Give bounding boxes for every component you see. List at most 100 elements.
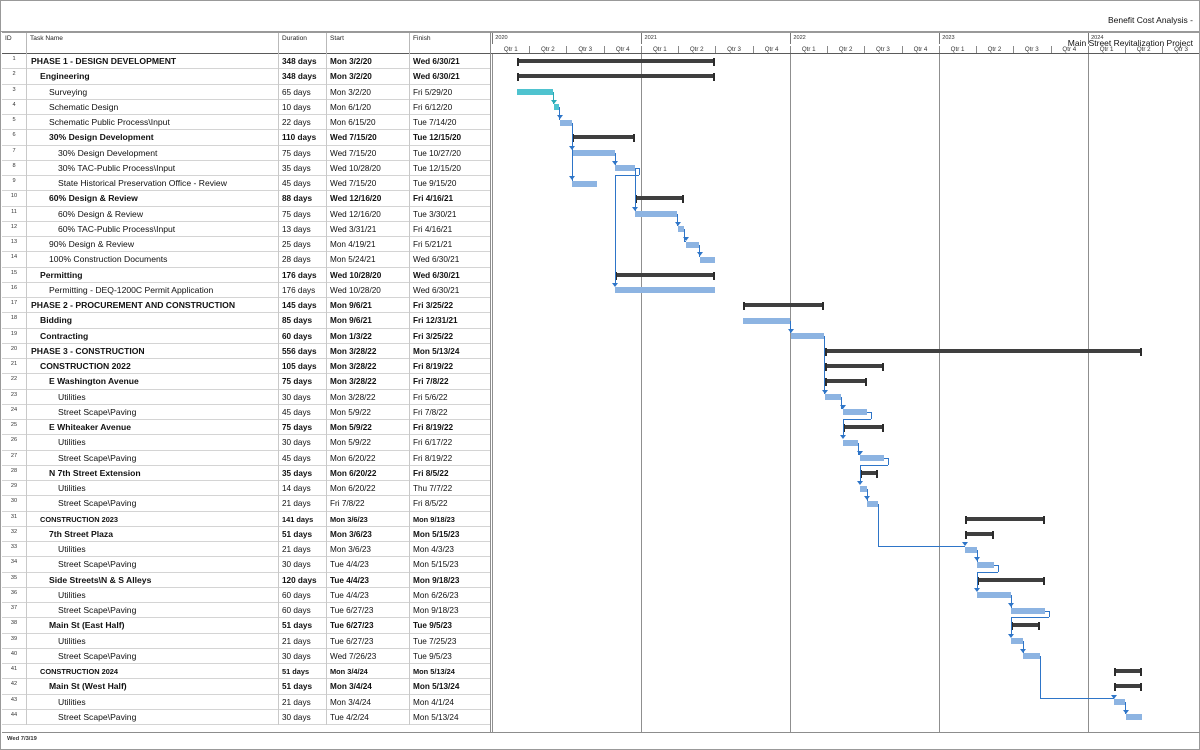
gantt-task-bar[interactable] [825, 394, 842, 400]
gantt-task-bar[interactable] [859, 455, 885, 461]
gantt-task-bar[interactable] [1011, 638, 1023, 644]
table-row[interactable]: 44 Street Scape\Paving 30 days Tue 4/2/24 Mo… [2, 709, 490, 725]
table-row[interactable]: 31 CONSTRUCTION 2023 141 days Mon 3/6/23 Mon… [2, 511, 490, 527]
table-row[interactable]: 10 60% Design & Review 88 days Wed 12/16/20… [2, 191, 490, 207]
gantt-task-bar[interactable] [614, 287, 715, 294]
table-row[interactable]: 28 N 7th Street Extension 35 days Mon 6/20/… [2, 465, 490, 481]
gantt-summary-bar[interactable] [572, 135, 635, 140]
table-row[interactable]: 8 30% TAC-Public Process\Input 35 days Wed … [2, 160, 490, 176]
column-header-name[interactable]: Task Name [27, 33, 279, 55]
table-row[interactable]: 7 30% Design Development 75 days Wed 7/15/2… [2, 145, 490, 161]
gantt-task-bar[interactable] [517, 89, 553, 95]
table-row[interactable]: 2 Engineering 348 days Mon 3/2/20 Wed 6/30/2… [2, 69, 490, 85]
table-row[interactable]: 30 Street Scape\Paving 21 days Fri 7/8/22 Fr… [2, 496, 490, 512]
table-row[interactable]: 15 Permitting 176 days Wed 10/28/20 Wed 6/30… [2, 267, 490, 283]
gantt-task-bar[interactable] [559, 119, 572, 126]
gantt-summary-bar[interactable] [825, 379, 868, 384]
table-row[interactable]: 13 90% Design & Review 25 days Mon 4/19/21 F… [2, 237, 490, 253]
table-row[interactable]: 39 Utilities 21 days Tue 6/27/23 Tue 7/25/23 [2, 633, 490, 649]
gantt-summary-bar[interactable] [1011, 623, 1040, 628]
table-row[interactable]: 38 Main St (East Half) 51 days Tue 6/27/23 T… [2, 618, 490, 634]
gantt-task-bar[interactable] [572, 180, 598, 187]
row-duration-cell: 21 days [279, 542, 327, 558]
gantt-summary-bar[interactable] [825, 348, 1143, 353]
row-start-cell: Mon 5/24/21 [327, 252, 410, 268]
table-row[interactable]: 33 Utilities 21 days Mon 3/6/23 Mon 4/3/23 [2, 542, 490, 558]
gantt-summary-bar[interactable] [614, 272, 715, 277]
table-row[interactable]: 25 E Whiteaker Avenue 75 days Mon 5/9/22 Fri… [2, 420, 490, 436]
gantt-task-bar[interactable] [1011, 607, 1046, 614]
column-header-start[interactable]: Start [327, 33, 410, 55]
row-name-cell: Utilities [27, 389, 279, 405]
gantt-task-bar[interactable] [677, 226, 685, 233]
table-row[interactable]: 27 Street Scape\Paving 45 days Mon 6/20/22 F… [2, 450, 490, 466]
row-duration-cell: 60 days [279, 328, 327, 344]
table-row[interactable]: 32 7th Street Plaza 51 days Mon 3/6/23 Mon 5… [2, 526, 490, 542]
table-row[interactable]: 20 PHASE 3 - CONSTRUCTION 556 days Mon 3/28… [2, 343, 490, 359]
gantt-summary-bar[interactable] [742, 303, 825, 307]
gantt-task-bar[interactable] [742, 317, 790, 324]
column-header-duration[interactable]: Duration [279, 33, 327, 55]
gantt-summary-bar[interactable] [965, 531, 994, 536]
table-row[interactable]: 43 Utilities 21 days Mon 3/4/24 Mon 4/1/24 [2, 694, 490, 710]
table-row[interactable]: 3 Surveying 65 days Mon 3/2/20 Fri 5/29/20 [2, 84, 490, 100]
gantt-task-bar[interactable] [977, 561, 994, 568]
gantt-summary-bar[interactable] [517, 59, 715, 63]
table-row[interactable]: 29 Utilities 14 days Mon 6/20/22 Thu 7/7/22 [2, 481, 490, 497]
table-row[interactable]: 17 PHASE 2 - PROCUREMENT AND CONSTRUCTION… [2, 298, 490, 314]
row-name-cell: CONSTRUCTION 2023 [27, 511, 279, 527]
table-row[interactable]: 35 Side Streets\N & S Alleys 120 days Tue 4… [2, 572, 490, 588]
gantt-task-bar[interactable] [867, 500, 879, 507]
gantt-task-bar[interactable] [1023, 653, 1040, 660]
gantt-summary-bar[interactable] [825, 364, 885, 368]
column-header-id[interactable]: ID [2, 33, 27, 55]
table-row[interactable]: 26 Utilities 30 days Mon 5/9/22 Fri 6/17/22 [2, 435, 490, 451]
table-row[interactable]: 5 Schematic Public Process\Input 22 days Mo… [2, 115, 490, 131]
gantt-task-bar[interactable] [614, 165, 635, 172]
table-row[interactable]: 42 Main St (West Half) 51 days Mon 3/4/24 Mo… [2, 679, 490, 695]
gantt-summary-bar[interactable] [517, 74, 715, 79]
table-row[interactable]: 12 60% TAC-Public Process\Input 13 days Wed… [2, 221, 490, 237]
table-row[interactable]: 16 Permitting - DEQ-1200C Permit Applicat… [2, 282, 490, 298]
table-row[interactable]: 1 PHASE 1 - DESIGN DEVELOPMENT 348 days Mon… [2, 54, 490, 70]
table-row[interactable]: 41 CONSTRUCTION 2024 51 days Mon 3/4/24 Mon … [2, 664, 490, 680]
gantt-link-arrow [822, 389, 829, 394]
table-row[interactable]: 9 State Historical Preservation Office - … [2, 176, 490, 192]
table-row[interactable]: 22 E Washington Avenue 75 days Mon 3/28/22 F… [2, 374, 490, 390]
table-row[interactable]: 24 Street Scape\Paving 45 days Mon 5/9/22 Fr… [2, 404, 490, 420]
gantt-summary-bar[interactable] [977, 577, 1046, 582]
gantt-task-bar[interactable] [842, 439, 859, 446]
row-start-cell: Wed 12/16/20 [327, 191, 410, 207]
gantt-task-bar[interactable] [634, 211, 678, 217]
table-row[interactable]: 6 30% Design Development 110 days Wed 7/15/… [2, 130, 490, 146]
table-row[interactable]: 14 100% Construction Documents 28 days Mon … [2, 252, 490, 268]
table-row[interactable]: 36 Utilities 60 days Tue 4/4/23 Mon 6/26/23 [2, 587, 490, 603]
table-row[interactable]: 37 Street Scape\Paving 60 days Tue 6/27/23 M… [2, 603, 490, 619]
table-row[interactable]: 18 Bidding 85 days Mon 9/6/21 Fri 12/31/21 [2, 313, 490, 329]
table-row[interactable]: 4 Schematic Design 10 days Mon 6/1/20 Fri 6/… [2, 99, 490, 115]
table-row[interactable]: 19 Contracting 60 days Mon 1/3/22 Fri 3/25/2… [2, 328, 490, 344]
gantt-task-bar[interactable] [1113, 699, 1126, 705]
gantt-summary-bar[interactable] [965, 516, 1046, 521]
table-row[interactable]: 11 60% Design & Review 75 days Wed 12/16/20… [2, 206, 490, 222]
gantt-summary-bar[interactable] [842, 425, 885, 429]
table-row[interactable]: 21 CONSTRUCTION 2022 105 days Mon 3/28/22 Fr… [2, 359, 490, 375]
table-row[interactable]: 34 Street Scape\Paving 30 days Tue 4/4/23 Mo… [2, 557, 490, 573]
gantt-task-bar[interactable] [965, 546, 977, 553]
column-header-finish[interactable]: Finish [410, 33, 490, 55]
gantt-summary-bar[interactable] [1113, 684, 1143, 689]
gantt-task-bar[interactable] [1125, 714, 1143, 721]
gantt-summary-bar[interactable] [1113, 669, 1143, 673]
gantt-task-bar[interactable] [572, 150, 615, 156]
gantt-task-bar[interactable] [842, 409, 868, 416]
gantt-summary-bar[interactable] [634, 196, 685, 201]
row-name-cell: Utilities [27, 633, 279, 649]
table-row[interactable]: 40 Street Scape\Paving 30 days Wed 7/26/23 T… [2, 648, 490, 664]
gantt-task-bar[interactable] [699, 256, 715, 263]
gantt-task-bar[interactable] [791, 333, 825, 339]
gantt-task-bar[interactable] [859, 485, 867, 492]
timeline-year-label: 2022 [790, 33, 939, 44]
gantt-task-bar[interactable] [685, 241, 699, 248]
gantt-task-bar[interactable] [977, 592, 1011, 599]
table-row[interactable]: 23 Utilities 30 days Mon 3/28/22 Fri 5/6/22 [2, 389, 490, 405]
